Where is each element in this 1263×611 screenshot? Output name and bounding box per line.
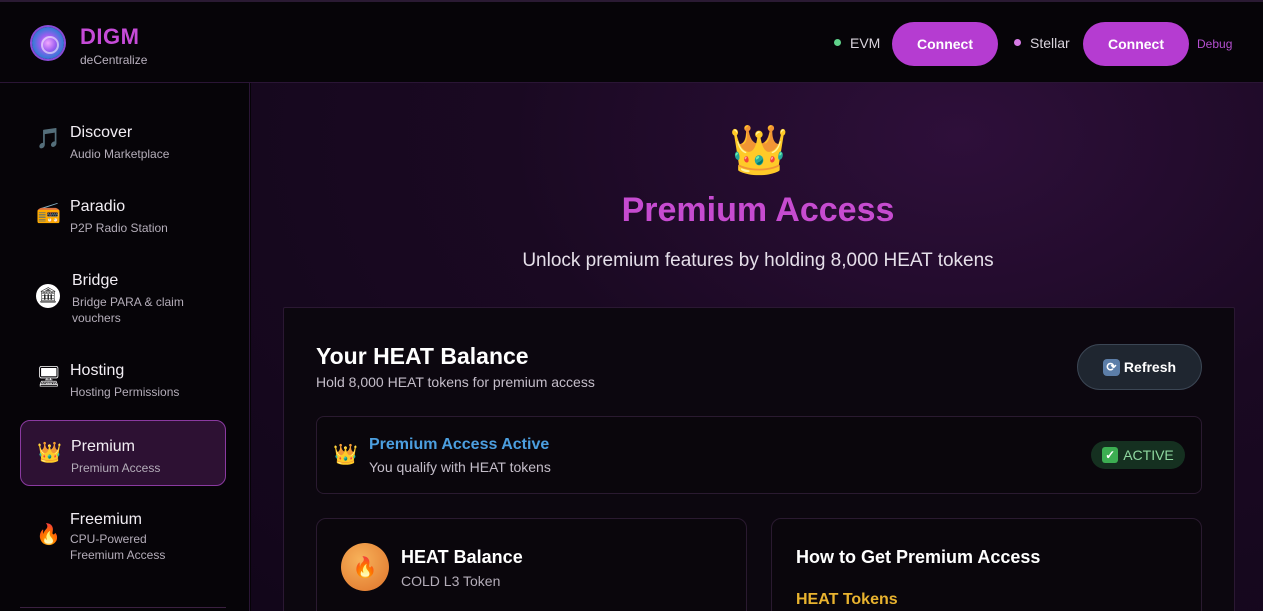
evm-status-dot-icon (834, 39, 841, 46)
heat-tokens-heading: HEAT Tokens (796, 591, 898, 608)
music-note-icon: 🎵 (36, 128, 61, 150)
card-title: How to Get Premium Access (796, 547, 1041, 567)
refresh-button[interactable]: ⟳ Refresh (1077, 344, 1202, 390)
sidebar-item-subtitle: P2P Radio Station (70, 221, 168, 235)
sidebar-item-discover[interactable]: 🎵 Discover Audio Marketplace (20, 106, 226, 172)
status-badge-label: ACTIVE (1123, 447, 1174, 463)
sidebar-item-subtitle: Bridge PARA & claim vouchers (72, 295, 184, 325)
sidebar-item-label: Premium (71, 438, 136, 455)
howto-card: How to Get Premium Access HEAT Tokens (771, 518, 1202, 611)
sidebar-item-freemium[interactable]: 🔥 Freemium CPU-Powered Freemium Access (20, 502, 226, 584)
card-title: HEAT Balance (401, 547, 523, 567)
monitor-icon: 🖥 (36, 366, 62, 388)
brand-subtitle: deCentralize (80, 53, 148, 67)
sidebar-item-hosting[interactable]: 🖥 Hosting Hosting Permissions (20, 344, 226, 410)
panel-subtitle: Hold 8,000 HEAT tokens for premium acces… (316, 374, 595, 390)
page-subtitle: Unlock premium features by holding 8,000… (522, 250, 994, 271)
fire-icon: 🔥 (36, 524, 61, 546)
crown-icon: 👑 (333, 444, 358, 466)
brand-title: DIGM (80, 24, 140, 49)
digm-logo-icon[interactable] (32, 27, 64, 59)
page-title: Premium Access (621, 191, 895, 229)
sidebar-item-label: Hosting (70, 362, 125, 379)
sidebar-item-bridge[interactable]: 🏛 Bridge Bridge PARA & claim vouchers (20, 254, 226, 336)
main-content: 👑 Premium Access Unlock premium features… (251, 83, 1263, 611)
sidebar-item-label: Freemium (70, 511, 143, 528)
status-title: Premium Access Active (369, 436, 550, 453)
sidebar-item-subtitle: Hosting Permissions (70, 385, 180, 399)
sidebar: 🎵 Discover Audio Marketplace 📻 Paradio P… (0, 83, 250, 611)
fire-icon: 🔥 (341, 543, 389, 591)
heat-balance-card: 🔥 HEAT Balance COLD L3 Token (316, 518, 747, 611)
stellar-connect-button[interactable]: Connect (1083, 22, 1189, 66)
crown-icon: 👑 (729, 124, 789, 177)
sidebar-item-label: Discover (70, 124, 133, 141)
refresh-icon: ⟳ (1102, 358, 1120, 376)
evm-connect-button[interactable]: Connect (892, 22, 998, 66)
sidebar-item-subtitle: Premium Access (71, 461, 161, 475)
checkmark-icon: ✓ (1102, 447, 1119, 463)
card-subtitle: COLD L3 Token (401, 573, 501, 589)
sidebar-item-subtitle: Audio Marketplace (70, 147, 170, 161)
pillar-icon: 🏛 (36, 284, 60, 308)
sidebar-item-subtitle: CPU-Powered Freemium Access (70, 532, 166, 562)
status-subtitle: You qualify with HEAT tokens (369, 459, 551, 475)
debug-link[interactable]: Debug (1197, 37, 1232, 51)
crown-icon: 👑 (37, 442, 62, 464)
premium-status-box: 👑 Premium Access Active You qualify with… (316, 416, 1202, 494)
panel-title: Your HEAT Balance (316, 343, 529, 369)
evm-label: EVM (850, 35, 881, 51)
sidebar-item-label: Bridge (72, 272, 119, 289)
sidebar-divider (20, 607, 226, 608)
heat-balance-panel: Your HEAT Balance Hold 8,000 HEAT tokens… (283, 307, 1235, 611)
refresh-label: Refresh (1123, 359, 1177, 375)
radio-icon: 📻 (36, 202, 61, 224)
stellar-label: Stellar (1030, 35, 1070, 51)
sidebar-item-label: Paradio (70, 198, 126, 215)
stellar-status-dot-icon (1014, 39, 1021, 46)
sidebar-item-premium[interactable]: 👑 Premium Premium Access (20, 420, 226, 486)
sidebar-item-paradio[interactable]: 📻 Paradio P2P Radio Station (20, 180, 226, 246)
top-bar: DIGM deCentralize EVM Connect Stellar Co… (0, 0, 1263, 83)
status-badge: ✓ ACTIVE (1091, 441, 1185, 469)
